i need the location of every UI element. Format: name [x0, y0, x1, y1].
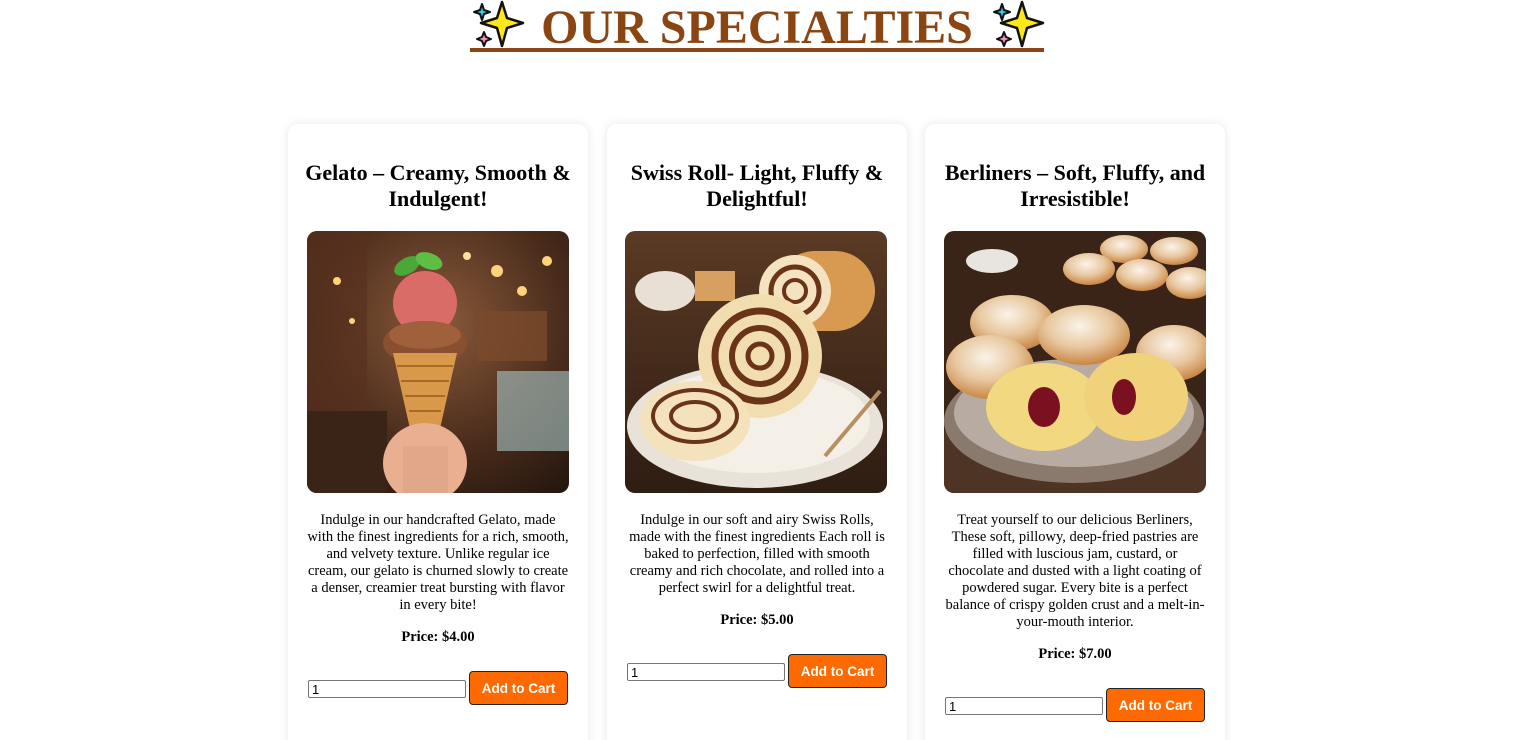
product-description: Indulge in our handcrafted Gelato, made … — [307, 512, 569, 613]
add-to-cart-button[interactable]: Add to Cart — [788, 654, 887, 688]
sparkles-icon — [992, 0, 1045, 48]
product-card-berliners: Berliners – Soft, Fluffy, and Irresistib… — [925, 124, 1225, 740]
product-title: Berliners – Soft, Fluffy, and Irresistib… — [944, 160, 1206, 211]
specialties-heading-underline: OUR SPECIALTIES — [470, 0, 1045, 54]
quantity-input[interactable] — [945, 697, 1103, 715]
product-title: Swiss Roll- Light, Fluffy & Delightful! — [630, 160, 884, 211]
product-price: Price: $4.00 — [401, 629, 475, 645]
product-card-swiss-roll: Swiss Roll- Light, Fluffy & Delightful! — [607, 124, 907, 740]
product-price: Price: $7.00 — [1038, 646, 1112, 662]
quantity-input[interactable] — [627, 663, 785, 681]
specialties-page: OUR SPECIALTIES Gelato – Creamy, Smooth … — [0, 0, 1530, 740]
product-price: Price: $5.00 — [720, 612, 794, 628]
sparkles-icon — [473, 0, 525, 48]
quantity-input[interactable] — [308, 680, 466, 698]
gelato-cone-image — [307, 231, 569, 493]
add-to-cart-button[interactable]: Add to Cart — [469, 671, 568, 705]
product-description: Treat yourself to our delicious Berliner… — [945, 512, 1205, 630]
product-title: Gelato – Creamy, Smooth & Indulgent! — [305, 160, 571, 211]
berliners-image — [944, 231, 1206, 493]
product-card-gelato: Gelato – Creamy, Smooth & Indulgent! Ind… — [288, 124, 588, 740]
add-to-cart-button[interactable]: Add to Cart — [1106, 688, 1205, 722]
specialties-heading: OUR SPECIALTIES — [470, 0, 1045, 54]
heading-text: OUR SPECIALTIES — [541, 1, 973, 54]
product-description: Indulge in our soft and airy Swiss Rolls… — [629, 512, 885, 596]
swiss-roll-image — [625, 231, 887, 493]
